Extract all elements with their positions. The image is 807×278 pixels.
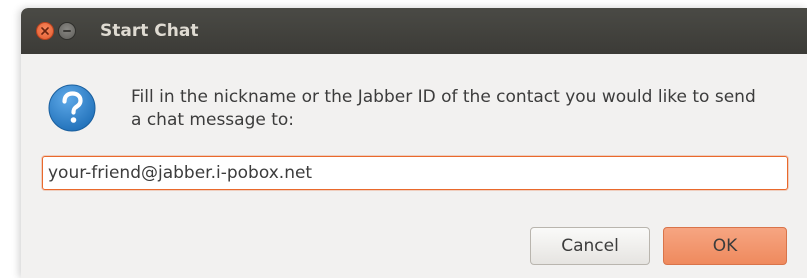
ok-button[interactable]: OK bbox=[663, 227, 787, 265]
contact-id-input[interactable] bbox=[42, 156, 788, 190]
start-chat-dialog: Start Chat Fill in the nickname or the J… bbox=[21, 8, 807, 278]
close-icon bbox=[41, 27, 49, 35]
dialog-message: Fill in the nickname or the Jabber ID of… bbox=[131, 87, 756, 130]
window-title: Start Chat bbox=[100, 21, 199, 41]
cancel-button[interactable]: Cancel bbox=[530, 227, 650, 265]
titlebar[interactable]: Start Chat bbox=[21, 8, 807, 54]
question-icon bbox=[48, 84, 96, 132]
minimize-icon bbox=[63, 30, 71, 32]
minimize-button[interactable] bbox=[58, 22, 76, 40]
close-button[interactable] bbox=[36, 22, 54, 40]
